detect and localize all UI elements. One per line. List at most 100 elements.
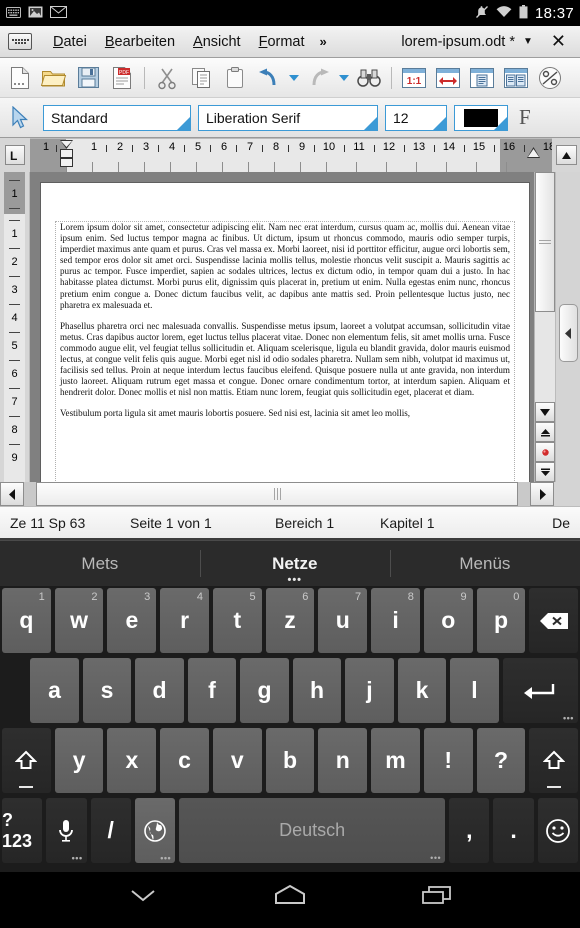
paragraph-3[interactable]: Vestibulum porta ligula sit amet mauris … [60, 408, 510, 419]
vertical-scroll-track[interactable] [535, 172, 555, 402]
key-o[interactable]: 9o [423, 588, 473, 653]
chevron-down-icon[interactable]: ▼ [523, 36, 533, 47]
key-f[interactable]: f [187, 658, 237, 723]
suggestion-1[interactable]: Netze ••• [199, 541, 390, 586]
sidebar-expand-handle[interactable] [559, 304, 578, 362]
key-w[interactable]: 2w [54, 588, 104, 653]
shift-right-key[interactable] [529, 728, 579, 793]
navigation-target-button[interactable] [535, 442, 555, 462]
nav-home-button[interactable] [267, 880, 313, 914]
multi-page-icon[interactable] [500, 62, 532, 94]
horizontal-scrollbar[interactable] [0, 482, 580, 506]
language-key[interactable]: ••• [134, 798, 176, 863]
zoom-percent-icon[interactable] [534, 62, 566, 94]
key-m[interactable]: m [371, 728, 420, 793]
menu-overflow-icon[interactable]: » [314, 34, 333, 49]
emoji-key[interactable] [537, 798, 579, 863]
select-cursor-icon[interactable] [4, 102, 36, 134]
key-b[interactable]: b [265, 728, 315, 793]
key-d[interactable]: d [135, 658, 184, 723]
undo-dropdown-icon[interactable] [287, 62, 301, 94]
language-info[interactable]: De [552, 515, 570, 531]
paragraph-2[interactable]: Phasellus pharetra orci nec malesuada co… [60, 321, 510, 399]
vertical-scrollbar[interactable] [534, 172, 555, 482]
cursor-position[interactable]: Ze 11 Sp 63 [10, 515, 130, 531]
vertical-scroll-thumb[interactable] [535, 172, 555, 312]
save-icon[interactable] [72, 62, 104, 94]
comma-key[interactable]: , [449, 798, 490, 863]
key-e[interactable]: 3e [107, 588, 157, 653]
formatting-marks-icon[interactable]: F [515, 105, 535, 130]
new-document-icon[interactable] [4, 62, 36, 94]
scroll-up-button[interactable] [552, 138, 580, 172]
page-width-icon[interactable] [432, 62, 464, 94]
key-i[interactable]: 8i [371, 588, 420, 653]
export-pdf-icon[interactable]: PDF [106, 62, 138, 94]
slash-key[interactable]: / [90, 798, 131, 863]
find-binoculars-icon[interactable] [353, 62, 385, 94]
key-r[interactable]: 4r [160, 588, 209, 653]
microphone-key[interactable]: ••• [46, 798, 87, 863]
suggestion-2[interactable]: Menüs [389, 541, 580, 586]
key-y[interactable]: y [54, 728, 104, 793]
key-s[interactable]: s [82, 658, 132, 723]
tab-stop-selector[interactable]: L [0, 138, 30, 172]
key-v[interactable]: v [212, 728, 262, 793]
scroll-left-button[interactable] [0, 482, 24, 506]
single-page-icon[interactable] [466, 62, 498, 94]
paragraph-1[interactable]: Lorem ipsum dolor sit amet, consectetur … [60, 222, 510, 311]
document-canvas[interactable]: Lorem ipsum dolor sit amet, consectetur … [30, 172, 534, 482]
key-x[interactable]: x [107, 728, 157, 793]
key-question[interactable]: ? [476, 728, 526, 793]
paragraph-indent-marker[interactable] [60, 158, 73, 167]
paste-clipboard-icon[interactable] [219, 62, 251, 94]
redo-icon[interactable] [303, 62, 335, 94]
backspace-key[interactable] [529, 588, 579, 653]
menu-item-bearbeiten[interactable]: Bearbeiten [96, 34, 184, 50]
font-size-combo[interactable]: 12 [385, 104, 447, 131]
key-p[interactable]: 0p [476, 588, 526, 653]
horizontal-scroll-thumb[interactable] [36, 482, 518, 506]
left-indent-marker[interactable] [60, 149, 73, 158]
next-page-button[interactable] [535, 462, 555, 482]
horizontal-scroll-track[interactable] [36, 482, 518, 506]
section-info[interactable]: Bereich 1 [275, 515, 380, 531]
menu-item-format[interactable]: Format [250, 34, 314, 50]
vertical-ruler[interactable]: 1 1 2 3 4 5 6 7 8 9 [0, 172, 30, 482]
previous-page-button[interactable] [535, 422, 555, 442]
enter-key[interactable]: ••• [502, 658, 578, 723]
key-h[interactable]: h [292, 658, 342, 723]
font-color-combo[interactable] [454, 104, 508, 131]
undo-icon[interactable] [253, 62, 285, 94]
menu-item-ansicht[interactable]: Ansicht [184, 34, 250, 50]
symbols-key[interactable]: ?123 [2, 798, 43, 863]
zoom-100-icon[interactable]: 1:1 [398, 62, 430, 94]
redo-dropdown-icon[interactable] [337, 62, 351, 94]
key-k[interactable]: k [397, 658, 447, 723]
open-folder-icon[interactable] [38, 62, 70, 94]
key-j[interactable]: j [345, 658, 394, 723]
shift-left-key[interactable] [2, 728, 51, 793]
key-c[interactable]: c [160, 728, 209, 793]
suggestion-0[interactable]: Mets [0, 541, 200, 586]
keyboard-toggle-icon[interactable] [8, 33, 32, 50]
key-n[interactable]: n [318, 728, 368, 793]
key-t[interactable]: 5t [212, 588, 262, 653]
key-a[interactable]: a [30, 658, 79, 723]
key-z[interactable]: 6z [265, 588, 315, 653]
scroll-down-button[interactable] [535, 402, 555, 422]
nav-recents-button[interactable] [414, 880, 460, 914]
paragraph-style-combo[interactable]: Standard [43, 104, 191, 131]
chapter-info[interactable]: Kapitel 1 [380, 515, 500, 531]
period-key[interactable]: . [493, 798, 534, 863]
key-l[interactable]: l [450, 658, 499, 723]
font-name-combo[interactable]: Liberation Serif [198, 104, 378, 131]
nav-back-button[interactable] [120, 880, 166, 914]
close-icon[interactable]: ✕ [541, 31, 572, 52]
copy-icon[interactable] [185, 62, 217, 94]
suggestion-more-icon[interactable]: ••• [287, 575, 302, 586]
key-u[interactable]: 7u [318, 588, 368, 653]
scroll-right-button[interactable] [530, 482, 554, 506]
document-page[interactable]: Lorem ipsum dolor sit amet, consectetur … [40, 182, 530, 482]
page-info[interactable]: Seite 1 von 1 [130, 515, 275, 531]
